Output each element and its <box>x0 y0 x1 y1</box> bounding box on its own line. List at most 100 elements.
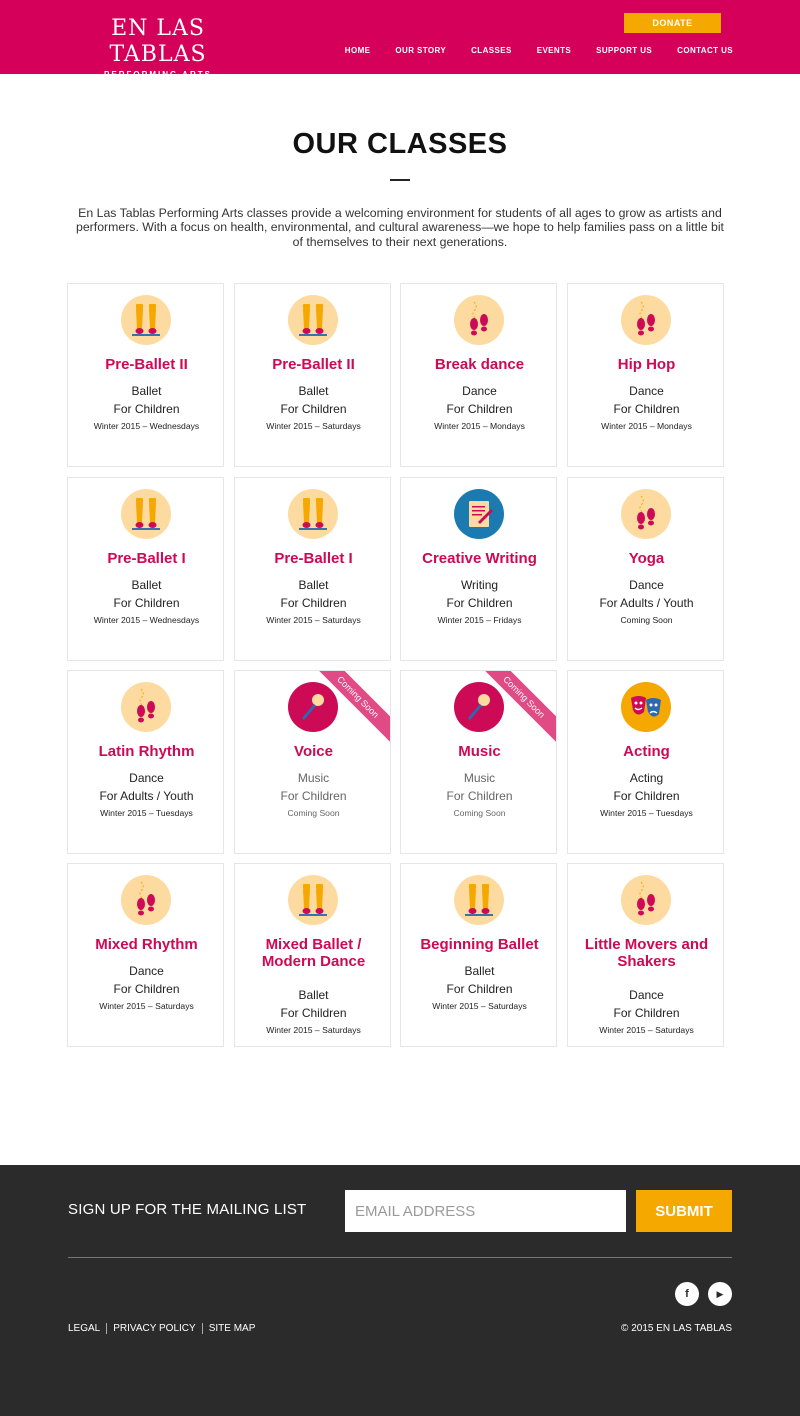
class-category: Ballet <box>298 384 329 398</box>
nav-home[interactable]: HOME <box>345 46 371 55</box>
privacy-policy-link[interactable]: PRIVACY POLICY <box>113 1323 195 1334</box>
class-name[interactable]: Mixed Ballet / Modern Dance <box>239 936 388 970</box>
class-audience: For Children <box>280 402 347 416</box>
page-title: OUR CLASSES <box>292 128 508 160</box>
mailing-list-label: SIGN UP FOR THE MAILING LIST <box>68 1201 307 1218</box>
site-logo[interactable]: EN LAS TABLAS PERFORMING ARTS <box>78 16 238 79</box>
site-footer: SIGN UP FOR THE MAILING LIST SUBMIT f ▶ … <box>0 1165 800 1416</box>
class-audience: For Children <box>113 596 180 610</box>
class-name[interactable]: Acting <box>572 743 721 760</box>
class-category: Ballet <box>298 988 329 1002</box>
class-name[interactable]: Mixed Rhythm <box>72 936 221 953</box>
title-divider <box>390 179 410 181</box>
class-audience: For Children <box>280 596 347 610</box>
class-audience: For Adults / Youth <box>99 789 194 803</box>
email-field[interactable] <box>345 1190 626 1232</box>
microphone-icon <box>454 682 504 732</box>
class-name[interactable]: Beginning Ballet <box>405 936 554 953</box>
class-schedule: Winter 2015 – Saturdays <box>432 1001 527 1011</box>
dance-steps-icon <box>621 489 671 539</box>
microphone-icon <box>288 682 338 732</box>
class-card[interactable]: Mixed Rhythm Dance For Children Winter 2015… <box>67 863 224 1047</box>
ballet-slippers-icon <box>121 489 171 539</box>
class-card[interactable]: Music Music For Children Coming Soon Coming … <box>400 670 557 854</box>
nav-classes[interactable]: CLASSES <box>471 46 512 55</box>
theater-masks-icon <box>621 682 671 732</box>
class-schedule: Winter 2015 – Saturdays <box>266 1025 361 1035</box>
class-audience: For Children <box>446 402 513 416</box>
class-name[interactable]: Pre-Ballet II <box>72 356 221 373</box>
class-name[interactable]: Creative Writing <box>405 550 554 567</box>
class-card[interactable]: Pre-Ballet II Ballet For Children Winter 20… <box>234 283 391 467</box>
class-schedule: Coming Soon <box>453 808 506 818</box>
main-nav: HOME OUR STORY CLASSES EVENTS SUPPORT US… <box>320 46 733 55</box>
class-card[interactable]: Little Movers and Shakers Dance For Childr… <box>567 863 724 1047</box>
class-schedule: Coming Soon <box>287 808 340 818</box>
class-card[interactable]: Mixed Ballet / Modern Dance Ballet For Chi… <box>234 863 391 1047</box>
class-category: Dance <box>129 771 164 785</box>
class-audience: For Children <box>613 402 680 416</box>
dance-steps-icon <box>121 682 171 732</box>
legal-link[interactable]: LEGAL <box>68 1323 100 1334</box>
class-card[interactable]: Beginning Ballet Ballet For Children Winter… <box>400 863 557 1047</box>
class-name[interactable]: Pre-Ballet II <box>239 356 388 373</box>
dance-steps-icon <box>454 295 504 345</box>
class-name[interactable]: Yoga <box>572 550 721 567</box>
nav-support-us[interactable]: SUPPORT US <box>596 46 652 55</box>
class-name[interactable]: Pre-Ballet I <box>72 550 221 567</box>
class-category: Music <box>297 771 330 785</box>
class-name[interactable]: Break dance <box>405 356 554 373</box>
ballet-slippers-icon <box>288 295 338 345</box>
class-audience: For Children <box>113 982 180 996</box>
ballet-slippers-icon <box>288 489 338 539</box>
class-audience: For Children <box>280 1006 347 1020</box>
nav-events[interactable]: EVENTS <box>537 46 571 55</box>
class-grid: Pre-Ballet II Ballet For Children Winter 20… <box>67 283 727 1053</box>
class-name[interactable]: Little Movers and Shakers <box>572 936 721 970</box>
class-audience: For Children <box>613 1006 680 1020</box>
class-card[interactable]: Creative Writing Writing For Children Winte… <box>400 477 557 661</box>
class-audience: For Children <box>280 789 347 803</box>
class-card[interactable]: Break dance Dance For Children Winter 2015 … <box>400 283 557 467</box>
class-schedule: Winter 2015 – Mondays <box>434 421 525 431</box>
class-schedule: Winter 2015 – Wednesdays <box>93 615 200 625</box>
footer-divider <box>68 1257 732 1258</box>
class-category: Dance <box>629 988 664 1002</box>
youtube-icon[interactable]: ▶ <box>708 1282 732 1306</box>
class-audience: For Children <box>446 789 513 803</box>
site-map-link[interactable]: SITE MAP <box>209 1323 256 1334</box>
class-card[interactable]: Latin Rhythm Dance For Adults / Youth Winte… <box>67 670 224 854</box>
class-name[interactable]: Hip Hop <box>572 356 721 373</box>
nav-our-story[interactable]: OUR STORY <box>395 46 446 55</box>
class-card[interactable]: Pre-Ballet I Ballet For Children Winter 201… <box>234 477 391 661</box>
class-category: Dance <box>129 964 164 978</box>
class-card[interactable]: Hip Hop Dance For Children Winter 2015 – Mo… <box>567 283 724 467</box>
submit-button[interactable]: SUBMIT <box>636 1190 732 1232</box>
class-category: Dance <box>462 384 497 398</box>
nav-contact-us[interactable]: CONTACT US <box>677 46 733 55</box>
logo-subtitle: PERFORMING ARTS <box>104 70 212 79</box>
dance-steps-icon <box>621 875 671 925</box>
class-name[interactable]: Music <box>405 743 554 760</box>
class-name[interactable]: Voice <box>239 743 388 760</box>
class-card[interactable]: Acting Acting For Children Winter 2015 – Tu… <box>567 670 724 854</box>
facebook-icon[interactable]: f <box>675 1282 699 1306</box>
class-category: Writing <box>460 578 499 592</box>
class-schedule: Winter 2015 – Fridays <box>437 615 522 625</box>
class-category: Ballet <box>131 578 162 592</box>
ballet-slippers-icon <box>121 295 171 345</box>
link-separator <box>201 1323 203 1334</box>
class-category: Ballet <box>464 964 495 978</box>
class-category: Ballet <box>131 384 162 398</box>
class-schedule: Winter 2015 – Tuesdays <box>600 808 693 818</box>
class-name[interactable]: Pre-Ballet I <box>239 550 388 567</box>
class-card[interactable]: Pre-Ballet I Ballet For Children Winter 201… <box>67 477 224 661</box>
class-card[interactable]: Voice Music For Children Coming Soon Coming … <box>234 670 391 854</box>
class-name[interactable]: Latin Rhythm <box>72 743 221 760</box>
copyright: © 2015 EN LAS TABLAS <box>621 1323 732 1334</box>
class-schedule: Winter 2015 – Saturdays <box>266 615 361 625</box>
donate-button[interactable]: DONATE <box>624 13 721 33</box>
class-card[interactable]: Yoga Dance For Adults / Youth Coming Soon <box>567 477 724 661</box>
legal-links: LEGAL PRIVACY POLICY SITE MAP <box>68 1323 255 1334</box>
class-card[interactable]: Pre-Ballet II Ballet For Children Winter 20… <box>67 283 224 467</box>
